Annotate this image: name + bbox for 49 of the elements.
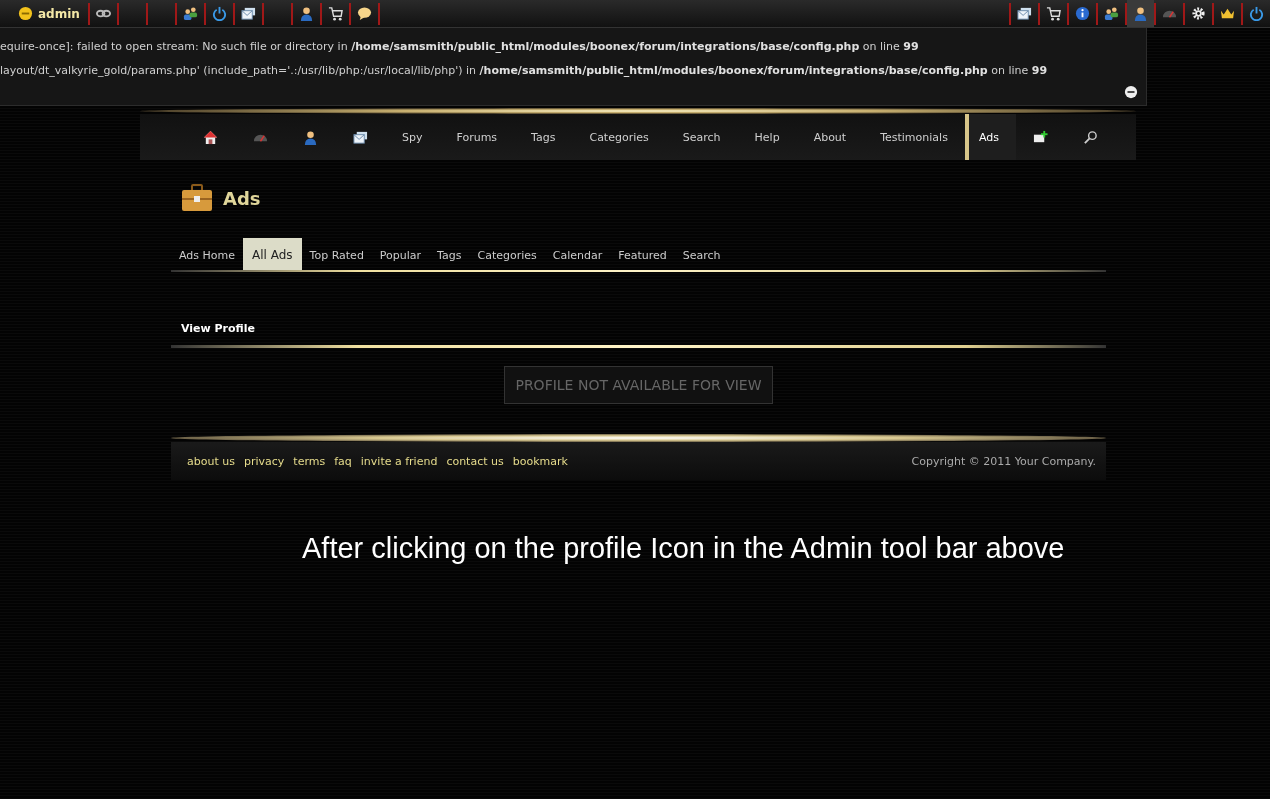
footer-link[interactable]: faq (334, 454, 352, 468)
info-icon (1075, 6, 1090, 21)
collapse-icon[interactable] (1124, 85, 1138, 99)
page-title: Ads (223, 187, 261, 209)
error-message: equire-once]: failed to open stream: No such file or directory in /home/samsmith/public_html/modules/boonex/forum/integrations/base/config.php on line 99 (0, 40, 920, 53)
person-icon (302, 129, 318, 145)
nav-tab[interactable]: Testimonials (863, 114, 965, 160)
notice-message: PROFILE NOT AVAILABLE FOR VIEW (504, 366, 773, 404)
sub-tab[interactable]: Popular (371, 249, 430, 270)
mail-icon (352, 129, 368, 145)
briefcase-icon (181, 184, 213, 212)
sub-tab[interactable]: Top Rated (301, 249, 372, 270)
home-icon (202, 129, 218, 145)
people-icon (182, 6, 198, 21)
sub-tab[interactable]: Search (674, 249, 729, 270)
copyright-text: Copyright © 2011 Your Company. (911, 454, 1096, 468)
sub-tab[interactable]: Calendar (544, 249, 611, 270)
sub-tab[interactable]: Featured (610, 249, 675, 270)
nav-tab[interactable]: Ads (964, 114, 1016, 160)
crown-icon (1220, 6, 1235, 21)
footer-link[interactable]: contact us (446, 454, 504, 468)
nav-tab[interactable]: About (796, 114, 864, 160)
nav-tab[interactable]: Search (665, 114, 738, 160)
sub-tab[interactable]: All Ads (243, 238, 302, 270)
nav-tab[interactable]: Tags (514, 114, 573, 160)
nav-tab[interactable]: Spy (385, 114, 440, 160)
mail-icon (1017, 6, 1032, 21)
sub-tab[interactable]: Categories (469, 249, 545, 270)
chat-icon (356, 6, 372, 21)
person-toolbar-button[interactable] (1127, 0, 1154, 27)
footer-link[interactable]: terms (293, 454, 326, 468)
footer-link[interactable]: privacy (243, 454, 285, 468)
error-message: layout/dt_valkyrie_gold/params.php' (include_path='.:/usr/lib/php:/usr/local/lib/php') in /home/samsmith/public_html/modules/boonex/forum/integrations/base/config.php on line 99 (0, 64, 1049, 77)
footer-link[interactable]: bookmark (512, 454, 568, 468)
sub-tab[interactable]: Ads Home (171, 249, 244, 270)
nav-tab[interactable]: Help (737, 114, 797, 160)
people-icon (1104, 6, 1119, 21)
sub-tab[interactable]: Tags (429, 249, 470, 270)
nav-tab[interactable]: Categories (572, 114, 666, 160)
addmail-icon (1033, 129, 1049, 145)
nav-tab[interactable]: Forums (439, 114, 515, 160)
section-title: View Profile (180, 321, 256, 337)
mail-icon (240, 6, 256, 21)
person-icon (1133, 6, 1148, 21)
footer-link[interactable]: invite a friend (360, 454, 438, 468)
caption-text: After clicking on the profile Icon in the Admin tool bar above (302, 532, 1066, 565)
person-icon (298, 6, 314, 21)
user-menu[interactable]: admin (0, 0, 88, 27)
footer-link[interactable]: about us (187, 454, 235, 468)
